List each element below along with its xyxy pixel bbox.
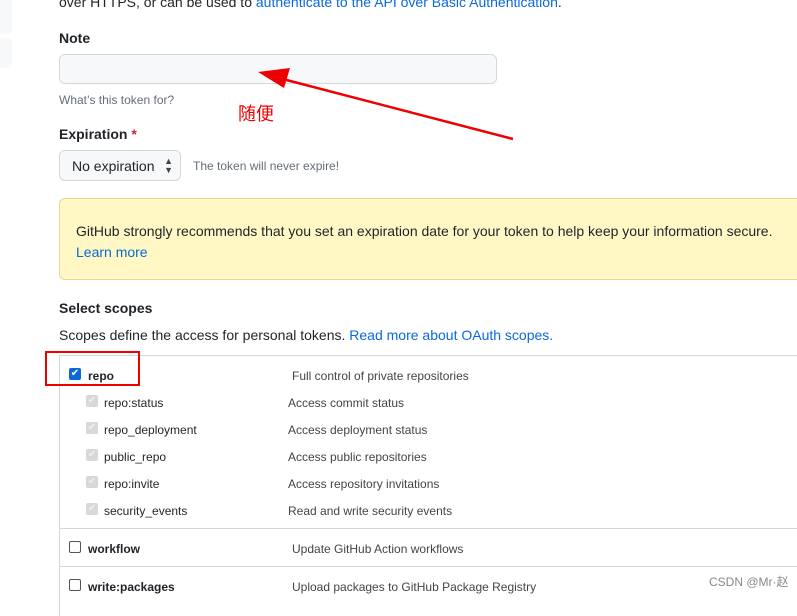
- scope-name: repo:invite: [104, 477, 160, 491]
- scope-desc: Upload packages to GitHub Package Regist…: [292, 580, 537, 594]
- expiration-warning: GitHub strongly recommends that you set …: [59, 198, 797, 280]
- repo-invite-checkbox[interactable]: ✔: [86, 476, 98, 488]
- learn-more-link[interactable]: Learn more: [76, 244, 148, 260]
- scope-name: public_repo: [104, 450, 167, 464]
- watermark: CSDN @Mr·赵: [709, 575, 789, 589]
- scope-desc: Update GitHub Action workflows: [292, 542, 464, 556]
- repo-deployment-checkbox[interactable]: ✔: [86, 422, 98, 434]
- scopes-desc-text: Scopes define the access for personal to…: [59, 327, 350, 343]
- scope-desc: Access commit status: [288, 396, 405, 410]
- repo-status-checkbox[interactable]: ✔: [86, 395, 98, 407]
- write-packages-checkbox[interactable]: [69, 579, 81, 591]
- warning-text: GitHub strongly recommends that you set …: [76, 223, 773, 239]
- scope-desc: Full control of private repositories: [292, 369, 469, 383]
- scopes-desc: Scopes define the access for personal to…: [59, 327, 553, 343]
- scope-desc: Read and write security events: [288, 504, 453, 518]
- scopes-table: ✔ repo Full control of private repositor…: [59, 355, 797, 616]
- divider: [60, 566, 797, 567]
- security-events-checkbox[interactable]: ✔: [86, 503, 98, 515]
- annotation-highlight-box: [45, 351, 140, 386]
- scope-name: repo:status: [104, 396, 164, 410]
- expiration-hint: The token will never expire!: [193, 159, 340, 173]
- divider: [60, 528, 797, 529]
- scope-name: workflow: [88, 542, 141, 556]
- scope-name: write:packages: [88, 580, 175, 594]
- select-arrows-icon: ▲ ▼: [164, 156, 173, 175]
- expiration-value: No expiration: [72, 158, 155, 174]
- workflow-checkbox[interactable]: [69, 541, 81, 553]
- scopes-title: Select scopes: [59, 300, 153, 316]
- scope-desc: Access public repositories: [288, 450, 427, 464]
- scope-desc: Access repository invitations: [288, 477, 440, 491]
- oauth-scopes-link[interactable]: Read more about OAuth scopes.: [349, 327, 553, 343]
- scope-name: repo_deployment: [104, 423, 197, 437]
- expiration-label-text: Expiration: [59, 126, 128, 142]
- scope-desc: Access deployment status: [288, 423, 428, 437]
- expiration-select[interactable]: No expiration ▲ ▼: [59, 150, 181, 181]
- public-repo-checkbox[interactable]: ✔: [86, 449, 98, 461]
- scope-name: security_events: [104, 504, 188, 518]
- required-mark: *: [131, 126, 137, 142]
- expiration-label: Expiration *: [59, 126, 137, 142]
